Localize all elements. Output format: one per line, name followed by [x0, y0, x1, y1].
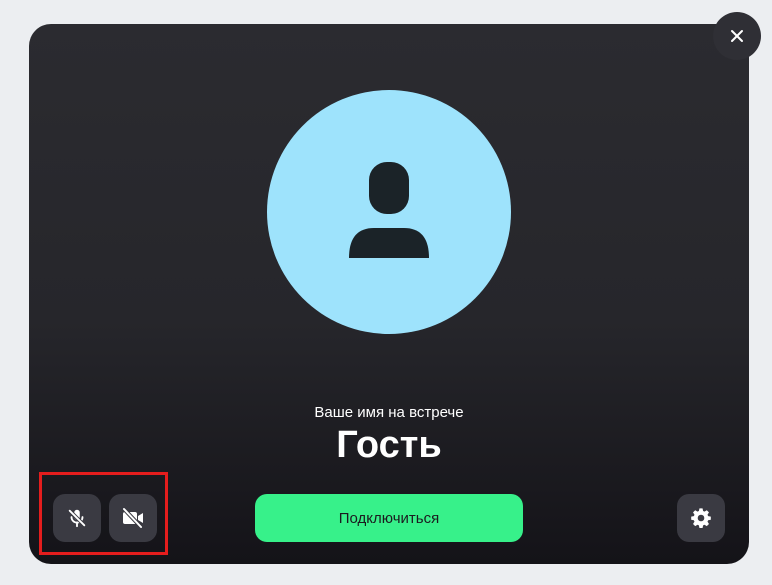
- user-silhouette-icon: [349, 162, 429, 258]
- display-name[interactable]: Гость: [29, 424, 749, 467]
- preview-card: Ваше имя на встрече Гость Подключиться: [29, 24, 749, 564]
- user-avatar: [267, 90, 511, 334]
- camera-off-icon: [122, 507, 143, 529]
- join-meeting-screen: Ваше имя на встрече Гость Подключиться: [0, 0, 772, 585]
- gear-icon: [691, 508, 711, 528]
- close-icon: [731, 30, 743, 42]
- join-button[interactable]: Подключиться: [255, 494, 523, 542]
- camera-toggle-button[interactable]: [109, 494, 157, 542]
- close-button[interactable]: [713, 12, 761, 60]
- microphone-toggle-button[interactable]: [53, 494, 101, 542]
- settings-button[interactable]: [677, 494, 725, 542]
- microphone-off-icon: [67, 508, 87, 528]
- name-caption: Ваше имя на встрече: [314, 404, 464, 421]
